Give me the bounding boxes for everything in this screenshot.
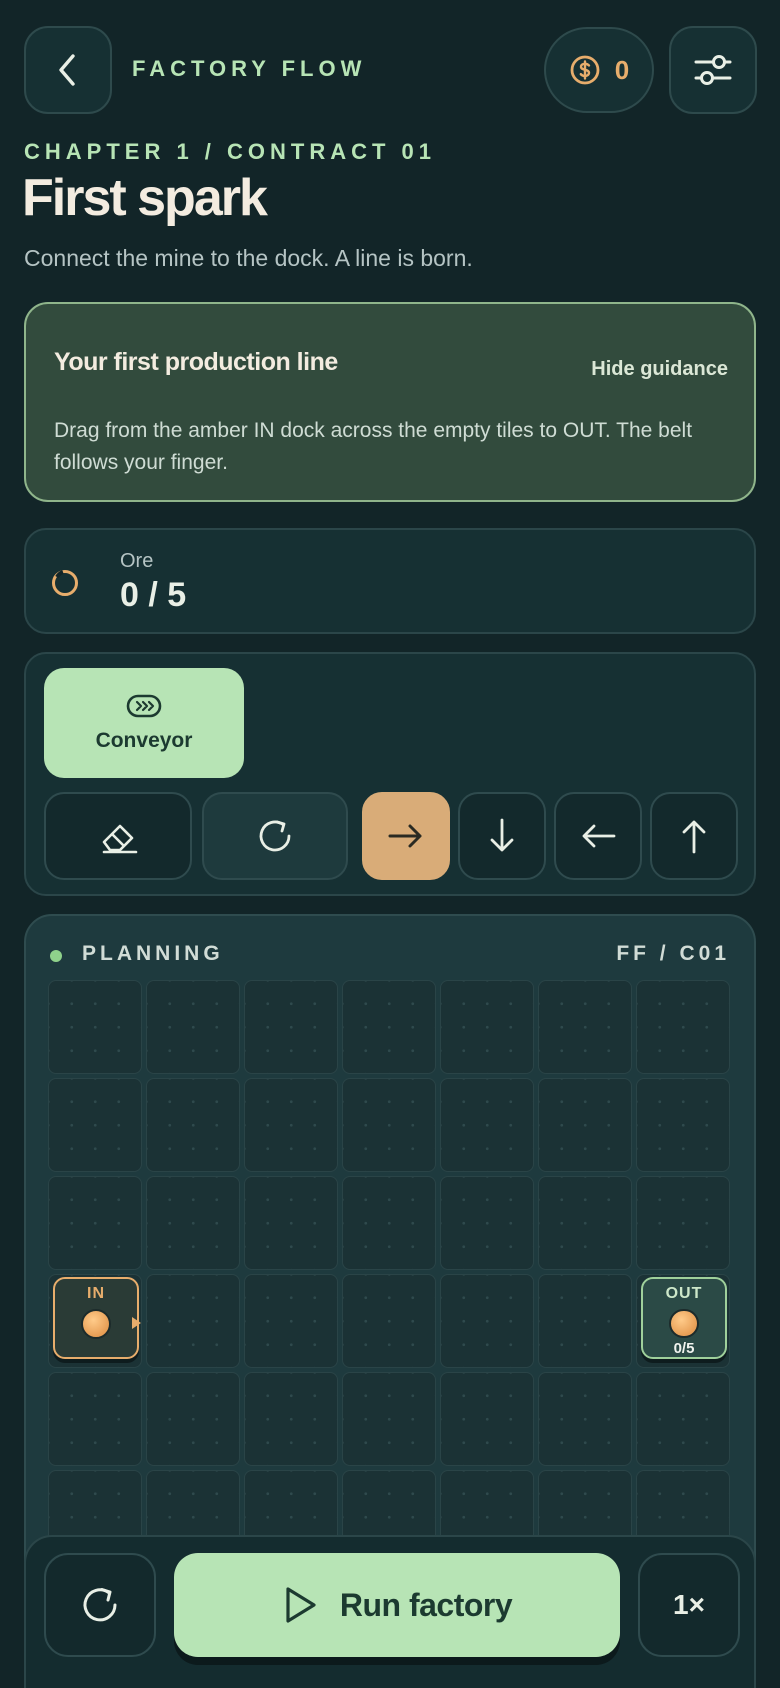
conveyor-piece-button[interactable]: Conveyor xyxy=(44,668,244,778)
run-factory-label: Run factory xyxy=(339,1586,513,1623)
grid-tile[interactable] xyxy=(48,1176,142,1270)
arrow-left-icon xyxy=(582,824,616,848)
grid-tile[interactable] xyxy=(538,980,632,1074)
guidance-title: Your first production line xyxy=(54,348,338,376)
grid-tile[interactable] xyxy=(538,1372,632,1466)
grid-tile[interactable] xyxy=(636,1176,730,1270)
grid-tile[interactable] xyxy=(440,1274,534,1368)
level-subtitle: Connect the mine to the dock. A line is … xyxy=(24,245,473,271)
tool-panel: Conveyor xyxy=(24,652,756,896)
grid-tile[interactable] xyxy=(342,1176,436,1270)
hide-guidance-button[interactable]: Hide guidance xyxy=(591,358,728,381)
grid-tile[interactable] xyxy=(146,1078,240,1172)
grid-tile[interactable]: OUT 0/5 xyxy=(636,1274,730,1368)
speed-button[interactable]: 1× xyxy=(638,1553,740,1657)
grid-tile[interactable] xyxy=(636,1078,730,1172)
chapter-label: CHAPTER 1 / CONTRACT 01 xyxy=(24,139,437,164)
ore-icon xyxy=(669,1309,699,1338)
grid-tile[interactable] xyxy=(244,1372,338,1466)
grid-tile[interactable] xyxy=(48,1372,142,1466)
board-status: PLANNING xyxy=(82,942,224,965)
app-title: FACTORY FLOW xyxy=(132,56,367,81)
grid-tile[interactable] xyxy=(48,1078,142,1172)
ore-objective-panel: Ore 0 / 5 xyxy=(24,528,756,634)
direction-up-button[interactable] xyxy=(650,792,738,880)
grid-tile[interactable] xyxy=(146,1176,240,1270)
status-indicator xyxy=(50,950,62,962)
reset-button[interactable] xyxy=(44,1553,156,1657)
grid-tile[interactable] xyxy=(440,1176,534,1270)
arrow-down-icon xyxy=(490,818,514,852)
arrow-right-icon xyxy=(388,824,422,848)
grid-tile[interactable]: IN xyxy=(48,1274,142,1368)
grid-tile[interactable] xyxy=(48,980,142,1074)
grid-tile[interactable] xyxy=(244,1274,338,1368)
ore-icon xyxy=(81,1309,111,1339)
output-arrow-icon xyxy=(132,1317,141,1329)
out-dock[interactable]: OUT 0/5 xyxy=(641,1277,727,1359)
grid-tile[interactable] xyxy=(538,1274,632,1368)
arrow-up-icon xyxy=(682,820,706,854)
grid-tile[interactable] xyxy=(636,980,730,1074)
grid-tile[interactable] xyxy=(440,1372,534,1466)
page-title: First spark xyxy=(22,169,268,227)
out-dock-progress: 0/5 xyxy=(673,1340,695,1357)
dollar-coin-icon xyxy=(570,55,600,85)
grid-tile[interactable] xyxy=(244,980,338,1074)
ore-progress: 0 / 5 xyxy=(120,576,187,614)
ore-ring-icon xyxy=(52,570,78,596)
rotate-icon xyxy=(259,820,291,852)
in-dock[interactable]: IN xyxy=(53,1277,141,1359)
direction-left-button[interactable] xyxy=(554,792,642,880)
grid-tile[interactable] xyxy=(244,1176,338,1270)
action-bar: Run factory 1× xyxy=(24,1535,756,1688)
coin-count: 0 xyxy=(614,54,630,85)
grid-tile[interactable] xyxy=(342,980,436,1074)
board-code: FF / C01 xyxy=(616,942,730,965)
chevron-left-icon xyxy=(59,54,75,86)
grid-tile[interactable] xyxy=(146,980,240,1074)
direction-down-button[interactable] xyxy=(458,792,546,880)
grid-tile[interactable] xyxy=(146,1372,240,1466)
in-dock-label: IN xyxy=(87,1285,105,1302)
settings-button[interactable] xyxy=(669,26,757,114)
coin-counter[interactable]: 0 xyxy=(544,27,654,113)
conveyor-label: Conveyor xyxy=(95,729,193,752)
reset-icon xyxy=(83,1588,117,1622)
grid-tile[interactable] xyxy=(538,1176,632,1270)
ore-label: Ore xyxy=(120,550,154,572)
grid-tile[interactable] xyxy=(342,1078,436,1172)
eraser-button[interactable] xyxy=(44,792,192,880)
grid-tile[interactable] xyxy=(342,1274,436,1368)
rotate-button[interactable] xyxy=(202,792,348,880)
grid-tile[interactable] xyxy=(146,1274,240,1368)
grid-tile[interactable] xyxy=(440,980,534,1074)
sliders-icon xyxy=(694,55,732,85)
guidance-card: Your first production line Hide guidance… xyxy=(24,302,756,502)
back-button[interactable] xyxy=(24,26,112,114)
grid-tile[interactable] xyxy=(244,1078,338,1172)
out-dock-label: OUT xyxy=(665,1285,703,1302)
play-icon xyxy=(286,1587,316,1623)
guidance-body: Drag from the amber IN dock across the e… xyxy=(54,419,693,474)
grid-tile[interactable] xyxy=(538,1078,632,1172)
run-factory-button[interactable]: Run factory xyxy=(174,1553,620,1657)
direction-right-button[interactable] xyxy=(362,792,450,880)
grid-tile[interactable] xyxy=(342,1372,436,1466)
conveyor-icon xyxy=(126,694,162,718)
grid-tile[interactable] xyxy=(440,1078,534,1172)
eraser-icon xyxy=(102,824,138,854)
grid-tile[interactable] xyxy=(636,1372,730,1466)
